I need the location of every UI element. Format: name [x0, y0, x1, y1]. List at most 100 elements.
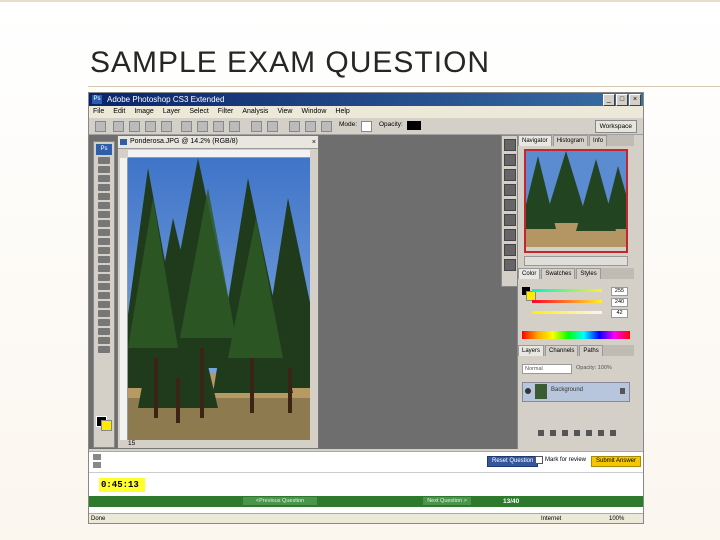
menu-file[interactable]: File	[93, 106, 104, 118]
gradient-tool-icon[interactable]	[98, 256, 110, 263]
minimize-button[interactable]: _	[603, 94, 615, 106]
blue-value[interactable]: 42	[611, 309, 628, 318]
tab-info[interactable]: Info	[589, 135, 608, 146]
trash-icon[interactable]	[610, 430, 616, 436]
zoom-slider[interactable]	[524, 256, 628, 266]
tool-preset-icon[interactable]	[95, 121, 106, 132]
hand-tool-icon[interactable]	[98, 337, 110, 344]
next-question-button[interactable]: Next Question >	[423, 497, 471, 505]
maximize-button[interactable]: □	[616, 94, 628, 106]
zoom-tool-icon[interactable]	[98, 346, 110, 353]
workspace-button[interactable]: Workspace	[594, 120, 637, 133]
review-checkbox[interactable]	[535, 456, 543, 464]
menu-window[interactable]: Window	[301, 106, 326, 118]
exam-tool-icon[interactable]	[93, 454, 101, 460]
option-icon[interactable]	[321, 121, 332, 132]
dock-icon[interactable]	[504, 154, 516, 166]
option-icon[interactable]	[181, 121, 192, 132]
shape-tool-icon[interactable]	[98, 310, 110, 317]
mark-for-review[interactable]: Mark for review	[535, 456, 586, 464]
mask-icon[interactable]	[562, 430, 568, 436]
submit-answer-button[interactable]: Submit Answer	[591, 456, 642, 467]
color-swatch[interactable]	[407, 121, 421, 130]
dock-icon[interactable]	[504, 229, 516, 241]
tab-color[interactable]: Color	[518, 268, 541, 279]
exam-tool-icon[interactable]	[93, 462, 101, 468]
navigator-preview[interactable]	[524, 149, 628, 253]
wand-tool-icon[interactable]	[98, 184, 110, 191]
green-slider[interactable]	[532, 300, 602, 303]
healing-tool-icon[interactable]	[98, 211, 110, 218]
brush-tool-icon[interactable]	[98, 220, 110, 227]
reset-question-button[interactable]: Reset Question	[487, 456, 539, 467]
blend-mode-select[interactable]: Normal	[522, 364, 572, 374]
tab-styles[interactable]: Styles	[576, 268, 601, 279]
blue-slider[interactable]	[532, 311, 602, 314]
layer-row[interactable]: Background	[522, 382, 630, 402]
path-select-icon[interactable]	[98, 301, 110, 308]
folder-icon[interactable]	[586, 430, 592, 436]
menu-select[interactable]: Select	[189, 106, 208, 118]
color-spectrum[interactable]	[522, 331, 630, 339]
option-icon[interactable]	[161, 121, 172, 132]
dock-icon[interactable]	[504, 184, 516, 196]
link-icon[interactable]	[538, 430, 544, 436]
marquee-tool-icon[interactable]	[98, 166, 110, 173]
tab-histogram[interactable]: Histogram	[552, 135, 589, 146]
red-value[interactable]: 255	[611, 287, 628, 296]
history-brush-icon[interactable]	[98, 238, 110, 245]
option-icon[interactable]	[213, 121, 224, 132]
menu-layer[interactable]: Layer	[163, 106, 181, 118]
menu-help[interactable]: Help	[335, 106, 349, 118]
option-icon[interactable]	[145, 121, 156, 132]
adjustment-icon[interactable]	[574, 430, 580, 436]
zoom-level[interactable]: 100%	[609, 514, 624, 523]
tab-navigator[interactable]: Navigator	[518, 135, 552, 146]
blur-tool-icon[interactable]	[98, 265, 110, 272]
option-icon[interactable]	[289, 121, 300, 132]
opacity-field[interactable]: Opacity: 100%	[576, 365, 612, 371]
image-canvas[interactable]	[128, 158, 310, 440]
option-icon[interactable]	[267, 121, 278, 132]
dock-icon[interactable]	[504, 199, 516, 211]
dock-icon[interactable]	[504, 214, 516, 226]
tab-paths[interactable]: Paths	[579, 345, 603, 356]
menu-edit[interactable]: Edit	[113, 106, 125, 118]
dock-icon[interactable]	[504, 244, 516, 256]
menu-image[interactable]: Image	[134, 106, 153, 118]
stamp-tool-icon[interactable]	[98, 229, 110, 236]
close-icon[interactable]: ×	[312, 137, 316, 149]
close-button[interactable]: ×	[629, 94, 641, 106]
document-window[interactable]: Ponderosa.JPG @ 14.2% (RGB/8) × 15	[117, 135, 319, 449]
brush-icon[interactable]	[113, 121, 124, 132]
fx-icon[interactable]	[550, 430, 556, 436]
crop-tool-icon[interactable]	[98, 193, 110, 200]
line-tool-icon[interactable]	[361, 121, 372, 132]
tab-layers[interactable]: Layers	[518, 345, 545, 356]
menu-filter[interactable]: Filter	[218, 106, 234, 118]
dock-icon[interactable]	[504, 169, 516, 181]
move-tool-icon[interactable]	[98, 157, 110, 164]
option-icon[interactable]	[251, 121, 262, 132]
option-icon[interactable]	[305, 121, 316, 132]
option-icon[interactable]	[129, 121, 140, 132]
tab-channels[interactable]: Channels	[545, 345, 579, 356]
tab-swatches[interactable]: Swatches	[541, 268, 576, 279]
previous-question-button[interactable]: <Previous Question	[243, 497, 317, 505]
dock-icon[interactable]	[504, 139, 516, 151]
dock-icon[interactable]	[504, 259, 516, 271]
background-color[interactable]	[101, 420, 112, 431]
option-icon[interactable]	[229, 121, 240, 132]
eyedropper-icon[interactable]	[98, 328, 110, 335]
slice-tool-icon[interactable]	[98, 202, 110, 209]
eye-icon[interactable]	[525, 388, 531, 394]
eraser-tool-icon[interactable]	[98, 247, 110, 254]
red-slider[interactable]	[532, 289, 602, 292]
new-layer-icon[interactable]	[598, 430, 604, 436]
notes-tool-icon[interactable]	[98, 319, 110, 326]
option-icon[interactable]	[197, 121, 208, 132]
pen-tool-icon[interactable]	[98, 283, 110, 290]
menu-analysis[interactable]: Analysis	[242, 106, 268, 118]
menu-view[interactable]: View	[277, 106, 292, 118]
document-tab[interactable]: Ponderosa.JPG @ 14.2% (RGB/8) ×	[118, 136, 318, 149]
